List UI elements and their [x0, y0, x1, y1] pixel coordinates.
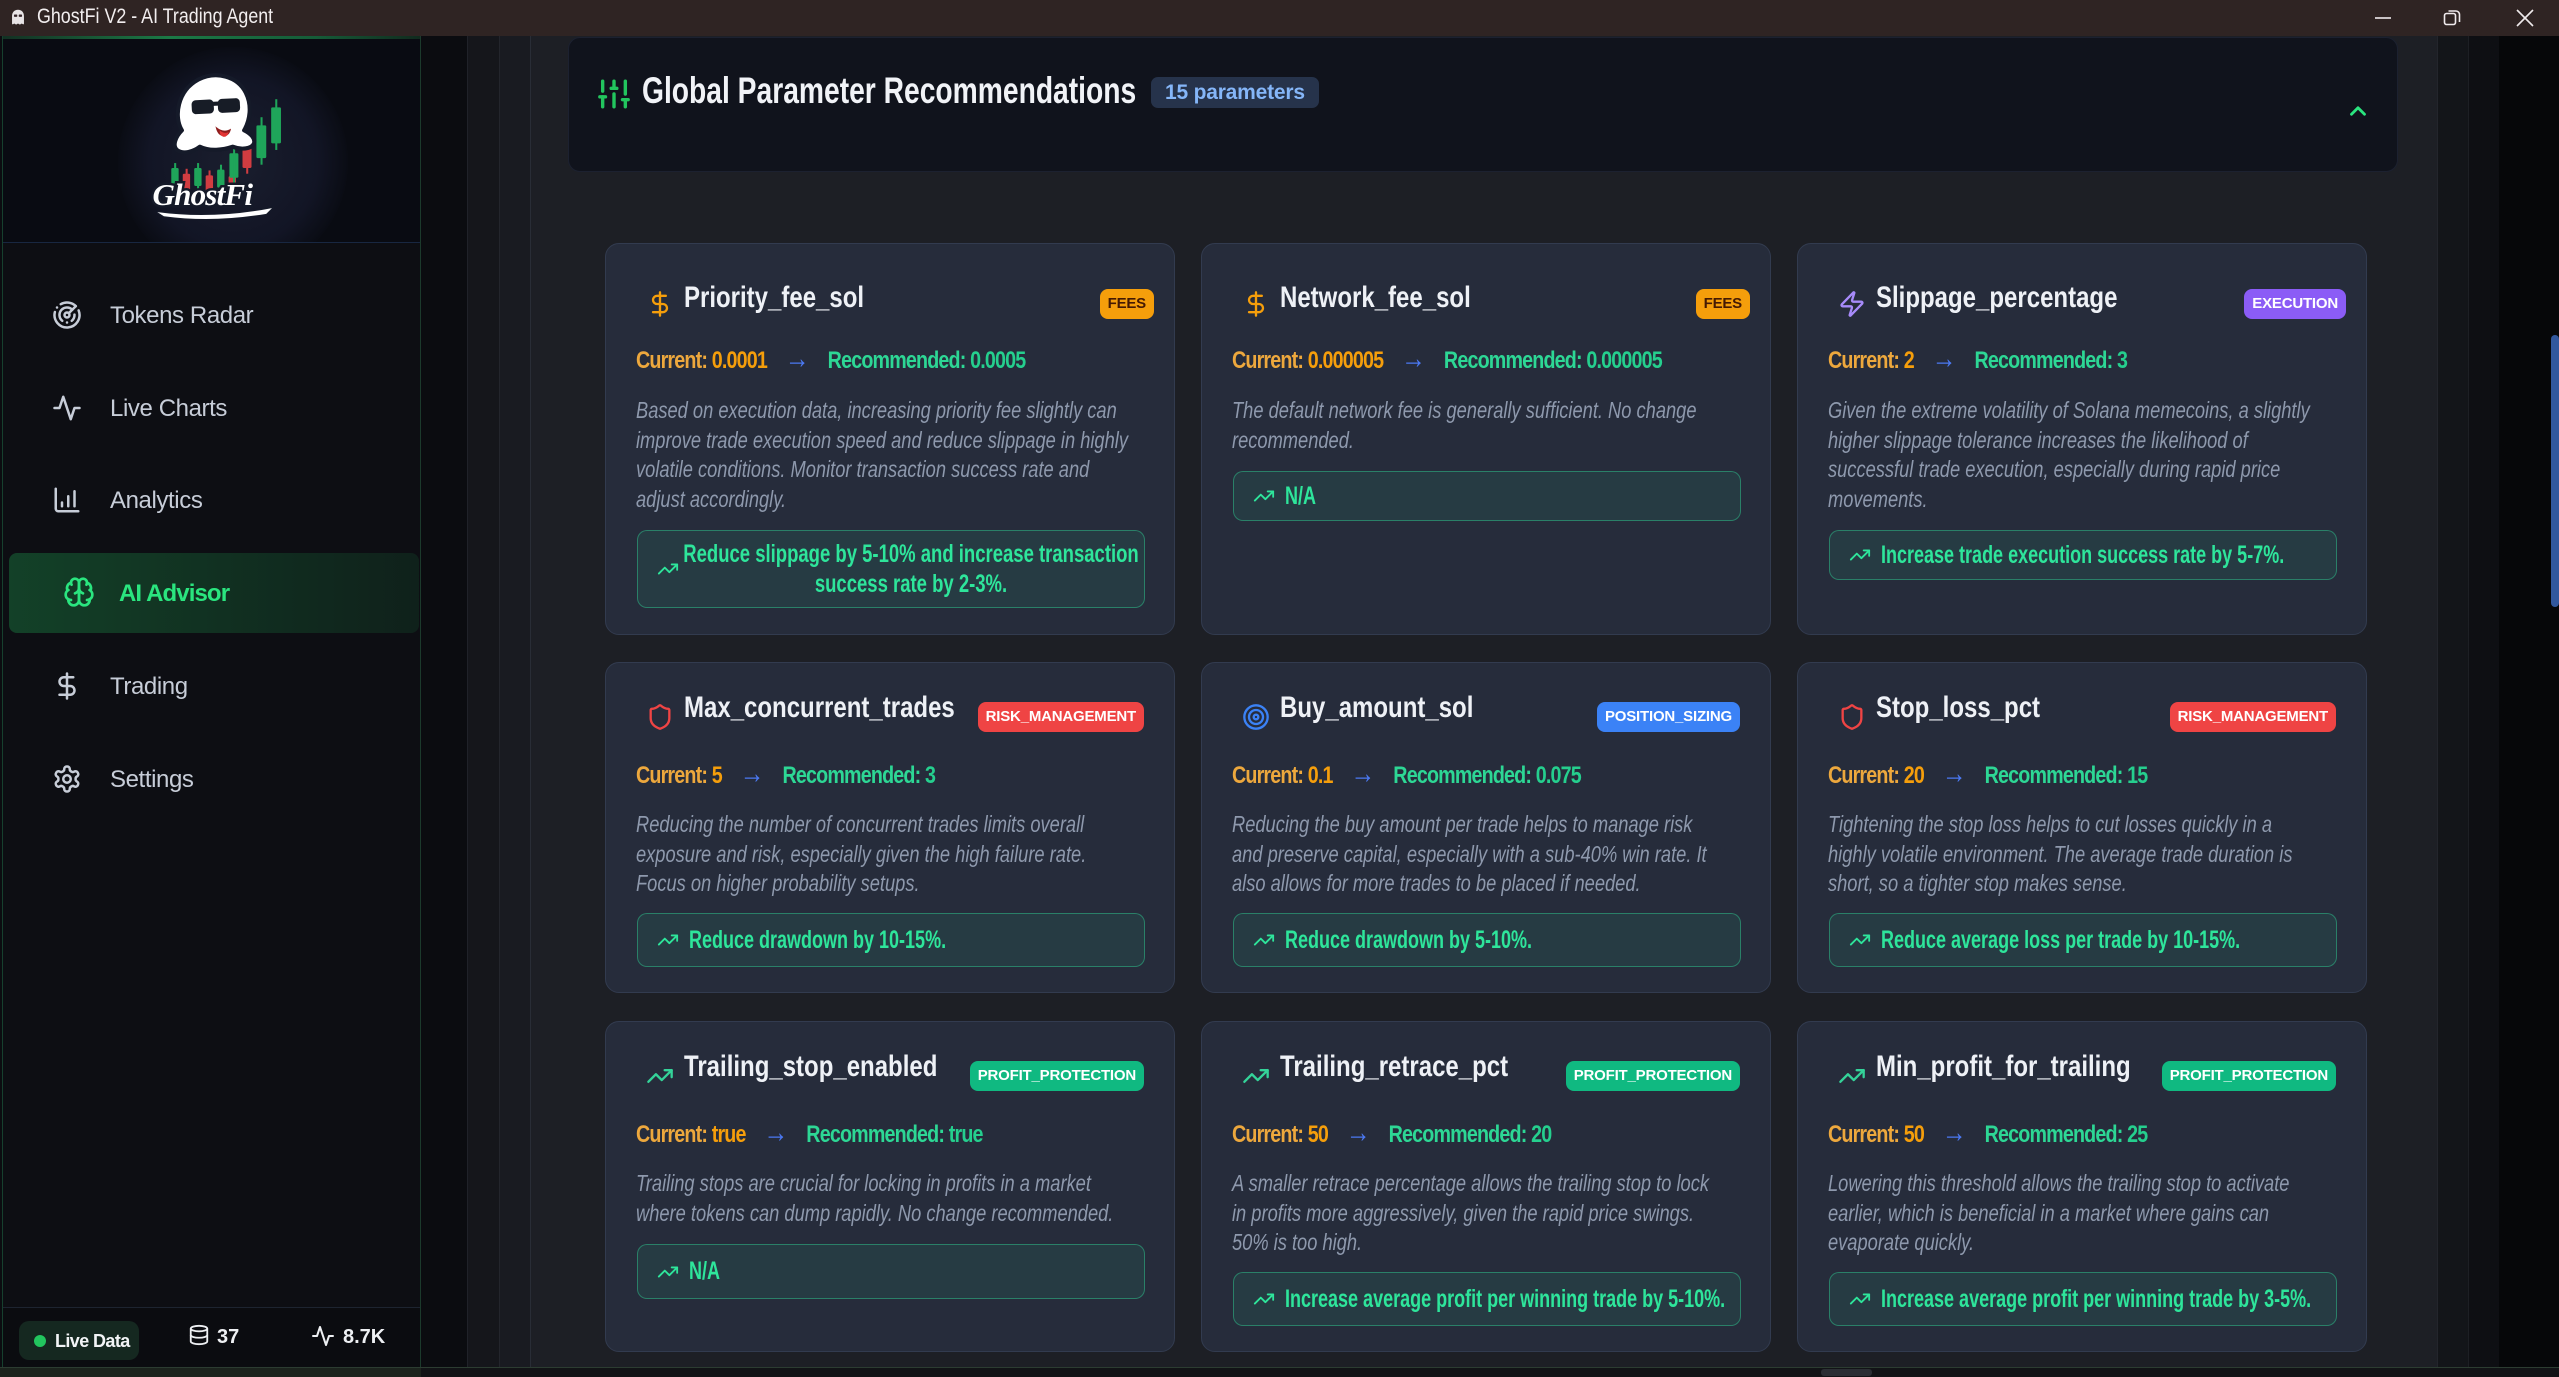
svg-text:GhostFi: GhostFi	[152, 177, 253, 212]
